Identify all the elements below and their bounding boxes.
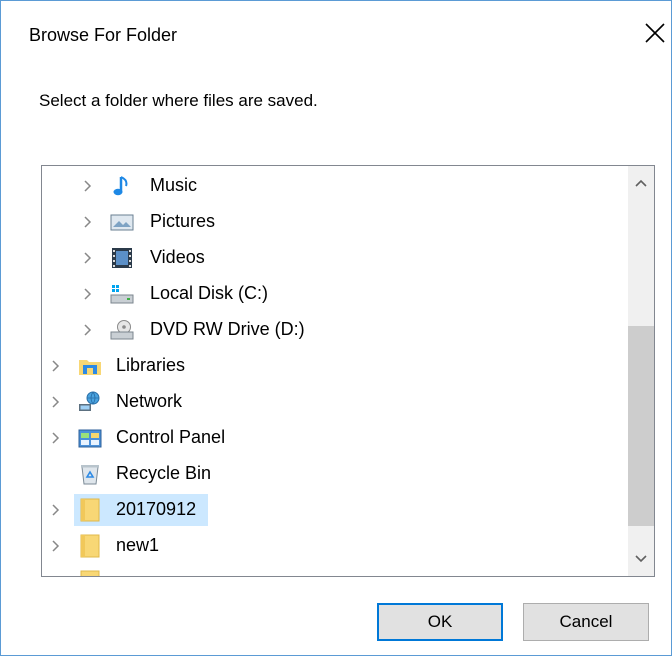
tree-item-videos[interactable]: Videos (42, 242, 622, 274)
ok-button[interactable]: OK (377, 603, 503, 641)
pictures-icon (110, 214, 134, 231)
tree-item-control-panel[interactable]: Control Panel (42, 422, 622, 454)
close-button[interactable] (639, 17, 671, 49)
libraries-icon (79, 360, 101, 375)
local-disk-icon (110, 285, 134, 304)
chevron-right-icon[interactable] (82, 250, 94, 266)
tree-item-libraries[interactable]: Libraries (42, 350, 622, 382)
vertical-scrollbar[interactable] (628, 166, 654, 576)
dvd-drive-icon (110, 320, 134, 340)
browse-folder-dialog: Browse For Folder Select a folder where … (0, 0, 672, 656)
tree-item-label: DVD RW Drive (D:) (150, 319, 305, 339)
chevron-right-icon[interactable] (50, 502, 62, 518)
tree-item-network[interactable]: Network (42, 386, 622, 418)
folder-tree[interactable]: Music Pictures Videos Local Disk (C:) DV… (41, 165, 655, 577)
tree-item-label: 20170912 (116, 499, 197, 519)
tree-item-label: Videos (150, 247, 205, 267)
folder-icon (80, 570, 100, 576)
dialog-title: Browse For Folder (29, 25, 178, 45)
tree-item-partial (42, 566, 622, 576)
tree-item-label: Pictures (150, 211, 216, 231)
dialog-prompt: Select a folder where files are saved. (39, 91, 318, 110)
cancel-button[interactable]: Cancel (523, 603, 649, 641)
tree-item-recycle-bin[interactable]: Recycle Bin (42, 458, 622, 490)
tree-item-label: new1 (116, 535, 160, 555)
scroll-up-button[interactable] (628, 170, 654, 196)
recycle-bin-icon (81, 465, 99, 485)
scroll-down-button[interactable] (628, 546, 654, 572)
chevron-up-icon (635, 179, 647, 187)
control-panel-icon (78, 429, 102, 448)
tree-item-label: Control Panel (116, 427, 226, 447)
tree-item-label: Music (150, 175, 198, 195)
tree-item-music[interactable]: Music (42, 170, 622, 202)
chevron-down-icon (635, 555, 647, 563)
tree-item-local-disk[interactable]: Local Disk (C:) (42, 278, 622, 310)
chevron-right-icon[interactable] (82, 322, 94, 338)
tree-item-20170912[interactable]: 20170912 (42, 494, 622, 526)
network-icon (79, 391, 100, 411)
chevron-right-icon[interactable] (50, 358, 62, 374)
tree-item-label: Network (116, 391, 183, 411)
folder-icon (80, 498, 100, 522)
videos-icon (112, 248, 132, 268)
chevron-right-icon[interactable] (82, 178, 94, 194)
tree-item-label: Recycle Bin (116, 463, 212, 483)
close-icon (645, 23, 665, 43)
music-icon (113, 176, 128, 196)
chevron-right-icon[interactable] (50, 394, 62, 410)
chevron-right-icon[interactable] (82, 286, 94, 302)
tree-item-dvd-drive[interactable]: DVD RW Drive (D:) (42, 314, 622, 346)
chevron-right-icon[interactable] (50, 430, 62, 446)
tree-item-pictures[interactable]: Pictures (42, 206, 622, 238)
chevron-right-icon[interactable] (82, 214, 94, 230)
folder-icon (80, 534, 100, 558)
title-bar: Browse For Folder (1, 1, 671, 67)
tree-item-label: Local Disk (C:) (150, 283, 269, 303)
scrollbar-thumb[interactable] (628, 326, 654, 526)
tree-item-new1[interactable]: new1 (42, 530, 622, 562)
chevron-right-icon[interactable] (50, 538, 62, 554)
tree-item-label: Libraries (116, 355, 186, 375)
